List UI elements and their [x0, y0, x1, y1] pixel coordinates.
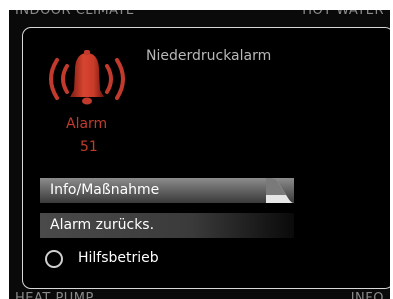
info-action-button[interactable]: Info/Maßnahme [40, 178, 294, 203]
info-action-label: Info/Maßnahme [50, 182, 160, 198]
aid-mode-label: Hilfsbetrieb [78, 250, 159, 266]
alarm-reset-label: Alarm zurücks. [50, 217, 155, 233]
aid-mode-radio[interactable] [45, 250, 63, 268]
menu-indoor-climate: INDOOR CLIMATE [15, 10, 135, 18]
alarm-code: 51 [80, 139, 98, 155]
alarm-title: Niederdruckalarm [146, 48, 272, 64]
menu-hot-water: HOT WATER [302, 10, 384, 18]
alarm-label: Alarm [66, 116, 108, 132]
display-screen: INDOOR CLIMATE HOT WATER HEAT PUMP INFO [9, 10, 390, 299]
selection-tab-shape [266, 178, 294, 203]
alarm-reset-button[interactable]: Alarm zurücks. [40, 213, 294, 238]
menu-heat-pump: HEAT PUMP [15, 291, 94, 299]
menu-info: INFO [350, 291, 384, 299]
alarm-dialog: Niederdruckalarm Alarm 51 Info/Maßnahme … [22, 27, 390, 289]
bell-icon [43, 48, 131, 110]
